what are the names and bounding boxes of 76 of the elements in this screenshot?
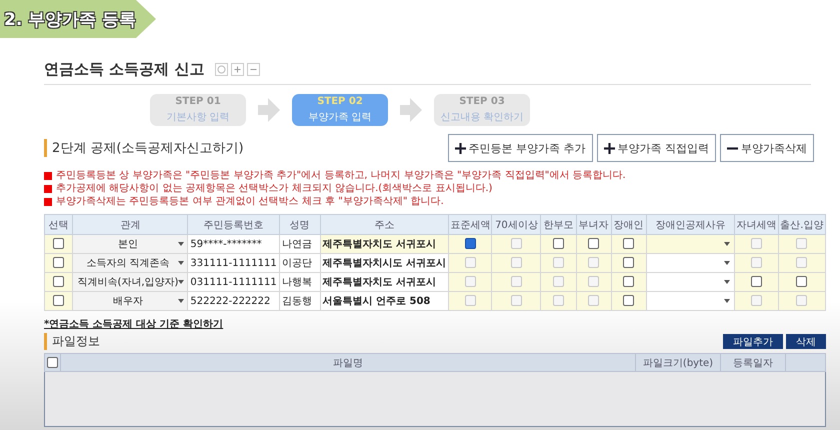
caret-icon bbox=[724, 242, 730, 246]
section-title: 파일정보 bbox=[44, 333, 100, 350]
column-header: 선택 bbox=[44, 214, 73, 234]
plus-icon bbox=[604, 142, 614, 154]
file-button[interactable]: 삭제 bbox=[786, 334, 826, 349]
table-cell: 59****-******* bbox=[188, 234, 280, 254]
column-header: 주소 bbox=[320, 214, 449, 234]
caret-icon bbox=[724, 299, 730, 303]
bullet-icon bbox=[44, 184, 52, 192]
note-text: 부양가족삭제는 주민등록등본 여부 관계없이 선택박스 체크 후 "부양가족삭제" 합니다. bbox=[56, 195, 444, 208]
relation-dropdown[interactable]: 본인 bbox=[73, 235, 188, 253]
column-header: 70세이상 bbox=[492, 214, 541, 234]
page-title: 연금소득 소득공제 신고 bbox=[44, 60, 204, 79]
zoom-out-icon[interactable] bbox=[247, 63, 260, 76]
table-cell: 331111-1111111 bbox=[188, 254, 280, 272]
checkbox[interactable] bbox=[53, 257, 64, 268]
criteria-link[interactable]: *연금소득 소득공제 대상 기준 확인하기 bbox=[44, 317, 224, 331]
column-header: 등록일자 bbox=[720, 354, 786, 372]
caret-icon bbox=[178, 261, 184, 265]
column-header: 파일크기(byte) bbox=[636, 354, 720, 372]
checkbox[interactable] bbox=[53, 295, 64, 306]
action-button[interactable]: 주민등본 부양가족 추가 bbox=[448, 134, 592, 162]
note-text: 추가공제에 해당사항이 없는 공제항목은 선택박스가 체크되지 않습니다.(회색박스로 표시됩니다.) bbox=[56, 182, 492, 195]
checkbox[interactable] bbox=[53, 238, 64, 250]
note-text: 주민등록등본 상 부양가족은 "주민등본 부양가족 추가"에서 등록하고, 나머지 부양가족은 "부양가족 직접입력"에서 등록합니다. bbox=[56, 169, 626, 182]
caret-icon bbox=[724, 280, 730, 284]
caret-icon bbox=[178, 280, 184, 284]
checkbox[interactable] bbox=[623, 257, 634, 268]
arrow-icon bbox=[258, 98, 280, 122]
caret-icon bbox=[178, 299, 184, 303]
table-cell: 제주특별자치시도 서귀포시 bbox=[320, 254, 449, 272]
checkbox[interactable] bbox=[53, 276, 64, 288]
table-cell: 나연금 bbox=[279, 234, 320, 254]
column-header: 장애인공제사유 bbox=[646, 214, 735, 234]
checkbox[interactable] bbox=[552, 238, 564, 250]
column-header: 파일명 bbox=[60, 354, 636, 372]
column-header: 장애인 bbox=[611, 214, 646, 234]
plus-icon bbox=[454, 142, 466, 154]
checkbox[interactable] bbox=[464, 238, 476, 250]
column-header: 출산.입양 bbox=[778, 214, 826, 234]
checkbox[interactable] bbox=[796, 276, 808, 288]
caret-icon bbox=[178, 242, 184, 246]
zoom-in-icon[interactable] bbox=[231, 63, 244, 76]
bullet-icon bbox=[44, 198, 52, 206]
checkbox[interactable] bbox=[623, 276, 634, 288]
checkbox[interactable] bbox=[623, 295, 634, 306]
caret-icon bbox=[724, 261, 730, 265]
table-cell: 나행복 bbox=[279, 272, 320, 292]
relation-dropdown[interactable]: 배우자 bbox=[73, 292, 188, 310]
table-cell: 이공단 bbox=[279, 254, 320, 272]
column-header: 자녀세액 bbox=[734, 214, 778, 234]
checkbox[interactable] bbox=[623, 238, 634, 250]
table-cell: 제주특별자치도 서귀포시 bbox=[320, 272, 449, 292]
column-header: 성명 bbox=[279, 214, 320, 234]
bullet-icon bbox=[44, 172, 52, 180]
title-banner: 2. 부양가족 등록 bbox=[0, 0, 156, 38]
table-cell: 김동행 bbox=[279, 292, 320, 310]
section-title: 2단계 공제(소득공제자신고하기) bbox=[44, 139, 244, 157]
column-header: 관계 bbox=[72, 214, 188, 234]
file-button[interactable]: 파일추가 bbox=[723, 334, 783, 349]
table-cell: 522222-222222 bbox=[188, 292, 280, 310]
column-header: 주민등록번호 bbox=[188, 214, 280, 234]
relation-dropdown[interactable]: 소득자의 직계존속 bbox=[73, 254, 188, 272]
checkbox[interactable] bbox=[588, 238, 600, 250]
column-header: 표준세액 bbox=[448, 214, 492, 234]
column-header: 부녀자 bbox=[576, 214, 612, 234]
checkbox[interactable] bbox=[750, 276, 762, 288]
arrow-icon bbox=[400, 98, 422, 122]
table-cell: 제주특별자치도 서귀포시 bbox=[320, 234, 449, 254]
checkbox[interactable] bbox=[47, 356, 58, 368]
action-button[interactable]: 부양가족 직접입력 bbox=[596, 134, 716, 162]
table-cell: 031111-1111111 bbox=[188, 272, 280, 292]
action-button[interactable]: 부양가족삭제 bbox=[720, 134, 814, 162]
table-cell: 서울특별시 언주로 508 bbox=[320, 292, 449, 310]
column-header: 한부모 bbox=[540, 214, 576, 234]
relation-dropdown[interactable]: 직계비속(자녀,입양자) bbox=[73, 273, 188, 291]
